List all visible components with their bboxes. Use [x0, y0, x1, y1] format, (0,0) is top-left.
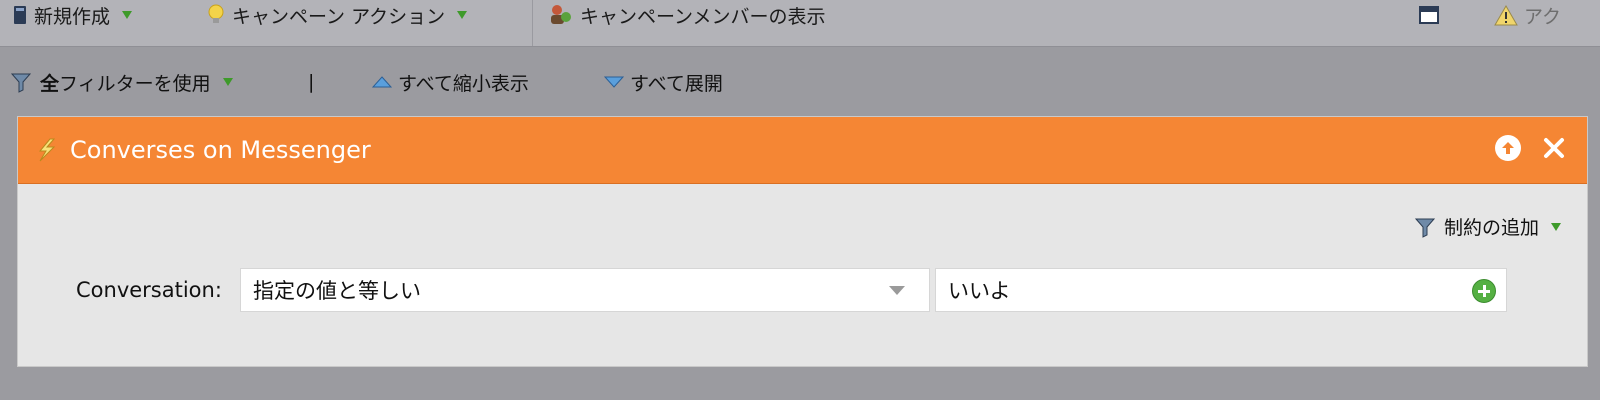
- operator-select[interactable]: 指定の値と等しい: [240, 268, 930, 312]
- condition-label: Conversation:: [76, 278, 222, 302]
- filter-divider: |: [308, 71, 315, 93]
- expand-all-label: すべて展開: [630, 72, 723, 95]
- members-icon: [551, 5, 571, 24]
- toolbar-divider: [532, 0, 533, 46]
- warning-icon: [1494, 5, 1518, 26]
- show-members-label: キャンペーンメンバーの表示: [580, 5, 826, 28]
- use-all-filters-button[interactable]: 全フィルターを使用: [10, 62, 233, 102]
- add-constraint-label: 制約の追加: [1443, 217, 1539, 239]
- condition-row: Conversation: 指定の値と等しい いいよ: [18, 268, 1587, 312]
- panel-header: Converses on Messenger: [18, 117, 1587, 184]
- chevron-down-icon: [457, 11, 468, 19]
- warning-action-label: アク: [1524, 5, 1562, 28]
- add-value-icon[interactable]: [1472, 279, 1496, 303]
- show-members-button[interactable]: キャンペーンメンバーの表示: [548, 0, 825, 30]
- top-toolbar: 新規作成 キャンペーン アクション キャンペーンメンバーの表示 アク: [0, 0, 1600, 47]
- add-constraint-button[interactable]: 制約の追加: [1414, 213, 1561, 240]
- new-button-label: 新規作成: [34, 5, 111, 28]
- notebook-icon: [14, 6, 26, 24]
- dropdown-arrow-icon: [889, 286, 905, 295]
- filter-icon: [10, 73, 32, 93]
- arrow-up-icon: [1502, 142, 1514, 154]
- collapse-all-button[interactable]: すべて縮小表示: [372, 62, 529, 102]
- campaign-action-button[interactable]: キャンペーン アクション: [206, 0, 468, 30]
- close-icon: [1544, 138, 1564, 158]
- window-button[interactable]: [1418, 0, 1440, 30]
- filter-panel: Converses on Messenger 制約の追加 Conversatio…: [17, 116, 1588, 367]
- use-all-filters-label: 全フィルターを使用: [40, 72, 211, 95]
- window-icon: [1419, 6, 1439, 24]
- operator-value: 指定の値と等しい: [253, 279, 421, 303]
- move-up-button[interactable]: [1495, 135, 1521, 161]
- close-button[interactable]: [1541, 135, 1567, 161]
- chevron-down-icon: [122, 11, 133, 19]
- value-input[interactable]: いいよ: [935, 268, 1507, 312]
- filter-bar: 全フィルターを使用 | すべて縮小表示 すべて展開: [0, 62, 1600, 102]
- expand-all-button[interactable]: すべて展開: [604, 62, 723, 102]
- panel-title: Converses on Messenger: [70, 136, 371, 164]
- campaign-action-label: キャンペーン アクション: [232, 5, 446, 28]
- value-text: いいよ: [948, 279, 1011, 303]
- triangle-down-icon: [604, 76, 624, 88]
- warning-action-button[interactable]: アク: [1494, 0, 1561, 30]
- filter-icon: [1414, 218, 1436, 238]
- chevron-down-icon: [222, 78, 233, 86]
- lightbulb-icon: [208, 4, 224, 23]
- triangle-up-icon: [372, 76, 392, 88]
- chevron-down-icon: [1551, 222, 1561, 231]
- collapse-all-label: すべて縮小表示: [398, 72, 529, 95]
- new-button[interactable]: 新規作成: [12, 0, 133, 30]
- trigger-bolt-icon: [38, 138, 56, 162]
